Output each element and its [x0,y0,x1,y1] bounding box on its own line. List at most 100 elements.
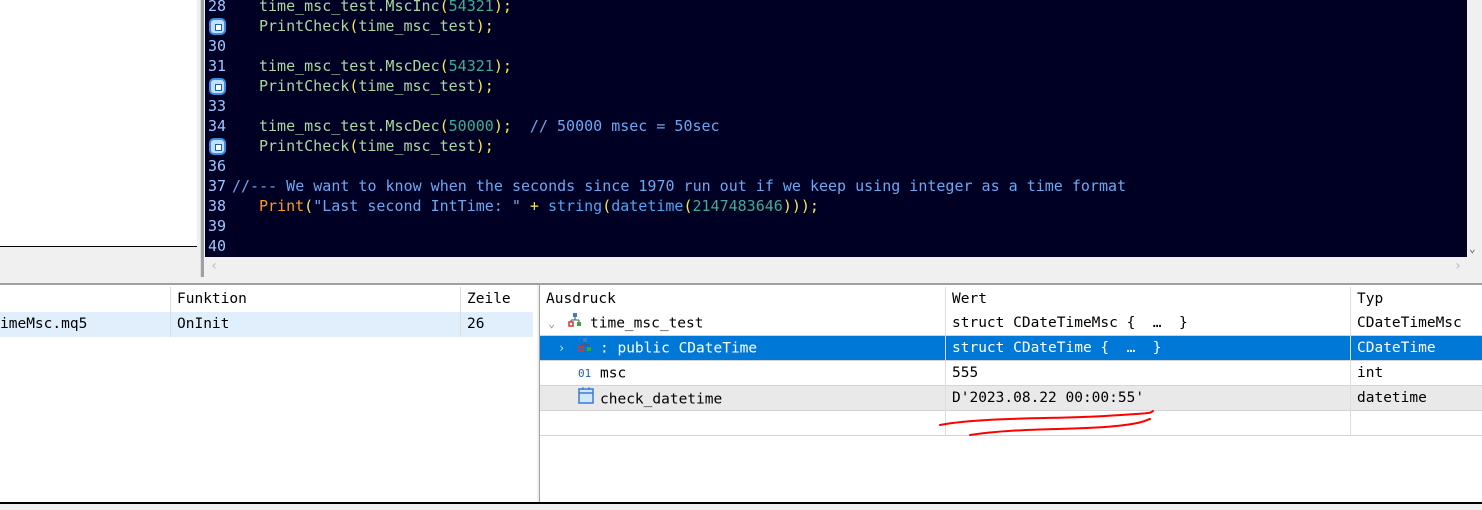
call-line: 26 [460,312,533,337]
int-icon: 01 [578,367,592,380]
code-editor[interactable]: 28 time_msc_test.MscInc(54321); PrintCheck… [205,0,1467,257]
watch-header: Ausdruck Wert Typ [540,287,1482,312]
watch-expression: ›: public CDateTime [540,336,945,361]
code-token: PrintCheck [259,137,350,155]
watch-row[interactable]: 01 msc 555 int [540,361,1482,386]
watch-panel: Ausdruck Wert Typ ⌄ time_msc_teststruct C… [539,285,1482,502]
code-token: time_msc_test [358,137,476,155]
breakpoint-icon[interactable] [209,138,226,155]
code-line[interactable]: 36 [205,156,1467,176]
code-token: ( [439,117,449,135]
status-bar [0,502,1482,510]
code-token: ); [475,17,494,35]
horizontal-splitter[interactable] [0,277,1482,285]
header-expression[interactable]: Ausdruck [540,287,945,312]
line-number: 37 [208,177,227,195]
struct-icon [568,311,590,336]
code-token: 2147483646 [692,197,783,215]
code-token: ); [493,57,512,75]
code-token: time_msc_test [358,77,476,95]
code-text: time_msc_test.MscDec(54321); [259,56,512,76]
code-token: ); [493,117,512,135]
call-file: imeMsc.mq5 [0,316,88,332]
call-stack-panel: Funktion Zeile imeMsc.mq5 OnInit 26 [0,285,537,502]
line-number: 28 [208,0,227,15]
expression-label: time_msc_test [590,315,704,332]
header-line[interactable]: Zeile [460,287,535,312]
watch-type: int [1350,361,1482,386]
code-token: + [520,197,548,215]
watch-expression: check_datetime [540,386,945,411]
code-token: ); [475,137,494,155]
code-token: ( [439,0,449,15]
code-token: // 50000 msec = 50sec [511,117,720,135]
code-line[interactable]: 30 [205,36,1467,56]
chevron-down-icon[interactable]: ⌄ [548,311,568,336]
code-text: time_msc_test.MscDec(50000); // 50000 ms… [259,116,720,136]
code-token: Print [259,197,305,215]
breakpoint-icon[interactable] [209,78,226,95]
chevron-right-icon[interactable]: › [558,336,578,361]
code-line[interactable]: 33 [205,96,1467,116]
code-line[interactable]: 39 [205,216,1467,236]
line-number: 34 [208,117,227,135]
header-file[interactable] [0,287,170,312]
watch-type: CDateTimeMsc [1350,311,1482,336]
code-token: ( [683,197,693,215]
code-token: ( [602,197,612,215]
scroll-right-icon[interactable]: › [1454,258,1462,274]
code-line[interactable]: 40 [205,236,1467,256]
code-token: ( [439,57,449,75]
expression-label: msc [600,365,627,382]
code-text: PrintCheck(time_msc_test); [259,16,494,36]
line-number: 31 [208,57,227,75]
code-token: datetime [611,197,684,215]
code-line[interactable]: 37 //--- We want to know when the seconds… [205,176,1467,196]
header-type[interactable]: Typ [1350,287,1482,312]
code-line[interactable]: PrintCheck(time_msc_test); [205,16,1467,36]
scroll-left-icon[interactable]: ‹ [210,258,218,274]
header-function[interactable]: Funktion [170,287,460,312]
vertical-scrollbar[interactable]: ⌄ [1467,0,1482,257]
red-underline-annotation [939,410,1154,436]
code-token: time_msc_test.MscDec [259,117,440,135]
code-line[interactable]: 38 Print("Last second IntTime: " + string… [205,196,1467,216]
line-number: 30 [208,37,227,55]
line-number: 38 [208,197,227,215]
call-function: OnInit [170,312,460,337]
code-line[interactable]: 34 time_msc_test.MscDec(50000); // 50000 … [205,116,1467,136]
line-number: 40 [208,237,227,255]
code-token: //--- We want to know when the seconds s… [232,177,1127,195]
code-line[interactable]: PrintCheck(time_msc_test); [205,76,1467,96]
code-text: time_msc_test.MscInc(54321); [259,0,512,16]
line-number: 36 [208,157,227,175]
scroll-down-icon[interactable]: ⌄ [1469,242,1476,255]
watch-type: datetime [1350,386,1482,411]
calendar-icon [578,386,600,411]
header-value[interactable]: Wert [945,287,1350,312]
code-token: ); [475,77,494,95]
breakpoint-icon[interactable] [209,18,226,35]
watch-expression: 01 msc [540,361,945,386]
call-stack-row[interactable]: imeMsc.mq5 OnInit 26 [0,312,533,337]
watch-row[interactable]: ⌄ time_msc_test struct CDateTimeMsc { … } C… [540,311,1482,336]
code-text: PrintCheck(time_msc_test); [259,76,494,96]
navigator-panel [0,0,197,247]
watch-row[interactable]: ›: public CDateTime struct CDateTime { … … [540,336,1482,361]
code-token: string [548,197,603,215]
code-token: PrintCheck [259,17,350,35]
call-stack-header: Funktion Zeile [0,287,537,312]
code-line[interactable]: 28 time_msc_test.MscInc(54321); [205,0,1467,16]
code-token: 54321 [448,57,494,75]
code-line[interactable]: PrintCheck(time_msc_test); [205,136,1467,156]
watch-value: struct CDateTime { … } [945,336,1350,361]
line-number: 39 [208,217,227,235]
navigator-tabs-area [0,247,197,275]
code-line[interactable]: 31 time_msc_test.MscDec(54321); [205,56,1467,76]
code-token: time_msc_test.MscInc [259,0,440,15]
watch-expression: ⌄ time_msc_test [540,311,945,336]
horizontal-scrollbar[interactable]: ‹ › [205,257,1482,277]
code-token: PrintCheck [259,77,350,95]
code-token: ( [304,197,314,215]
vertical-splitter[interactable] [200,0,204,278]
